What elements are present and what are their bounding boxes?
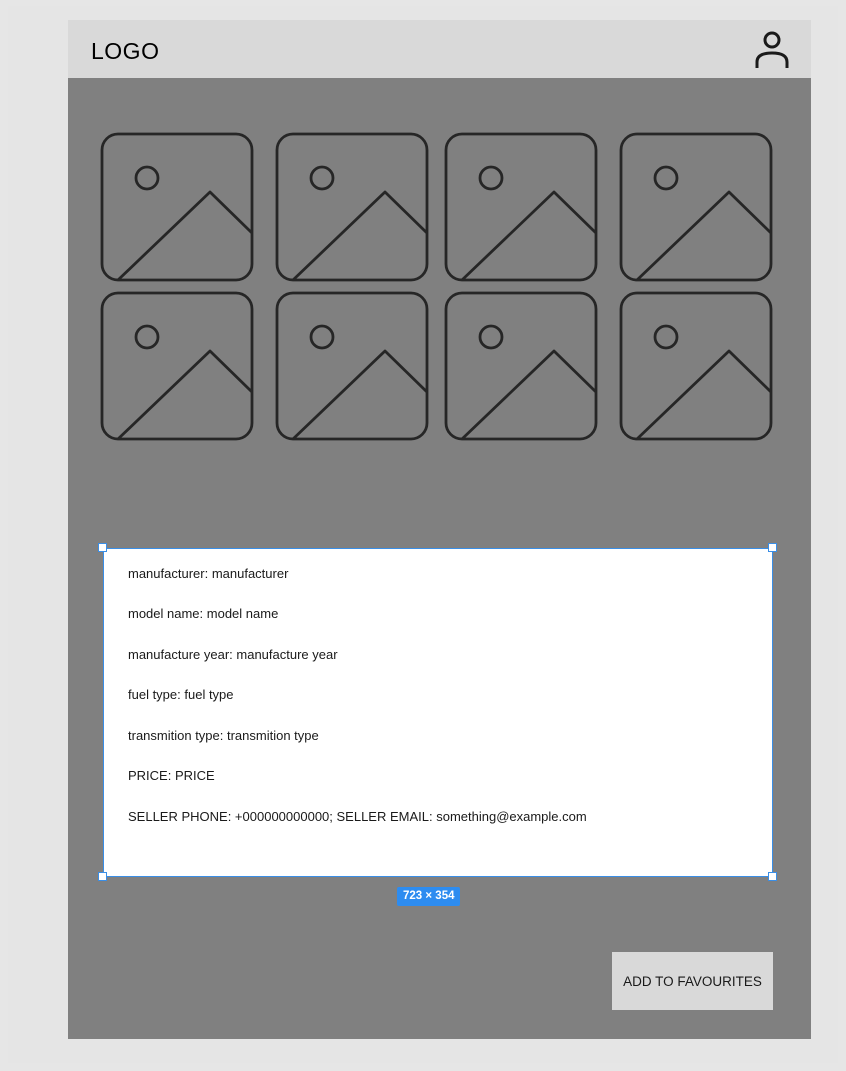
manufacture-year-text: manufacture year: manufacture year (128, 647, 338, 662)
gallery-image-7[interactable] (444, 291, 598, 441)
model-name-text: model name: model name (128, 606, 279, 621)
fuel-type-text: fuel type: fuel type (128, 687, 234, 702)
gallery-image-3[interactable] (444, 132, 598, 282)
image-placeholder-icon (275, 291, 429, 441)
image-placeholder-icon (444, 132, 598, 282)
logo[interactable]: LOGO (91, 38, 159, 65)
car-details-panel[interactable]: manufacturer: manufacturer model name: m… (103, 548, 773, 877)
selection-size-badge: 723 × 354 (397, 887, 461, 906)
page-frame: LOGO manufacturer: manufacturer model na… (68, 20, 811, 1039)
gallery-image-8[interactable] (619, 291, 773, 441)
gallery-image-6[interactable] (275, 291, 429, 441)
gallery-image-4[interactable] (619, 132, 773, 282)
image-placeholder-icon (619, 132, 773, 282)
gallery-image-2[interactable] (275, 132, 429, 282)
gallery-image-5[interactable] (100, 291, 254, 441)
transmission-type-text: transmition type: transmition type (128, 728, 319, 743)
header-bar: LOGO (68, 20, 811, 78)
resize-handle-top-right[interactable] (768, 543, 777, 552)
image-placeholder-icon (275, 132, 429, 282)
resize-handle-bottom-right[interactable] (768, 872, 777, 881)
resize-handle-top-left[interactable] (98, 543, 107, 552)
user-icon[interactable] (754, 30, 790, 70)
resize-handle-bottom-left[interactable] (98, 872, 107, 881)
image-placeholder-icon (619, 291, 773, 441)
gallery-image-1[interactable] (100, 132, 254, 282)
image-placeholder-icon (444, 291, 598, 441)
image-placeholder-icon (100, 291, 254, 441)
seller-contact-text: SELLER PHONE: +000000000000; SELLER EMAI… (128, 809, 587, 824)
add-to-favourites-button[interactable]: ADD TO FAVOURITES (612, 952, 773, 1010)
price-text: PRICE: PRICE (128, 768, 215, 783)
image-placeholder-icon (100, 132, 254, 282)
manufacturer-text: manufacturer: manufacturer (128, 566, 289, 581)
